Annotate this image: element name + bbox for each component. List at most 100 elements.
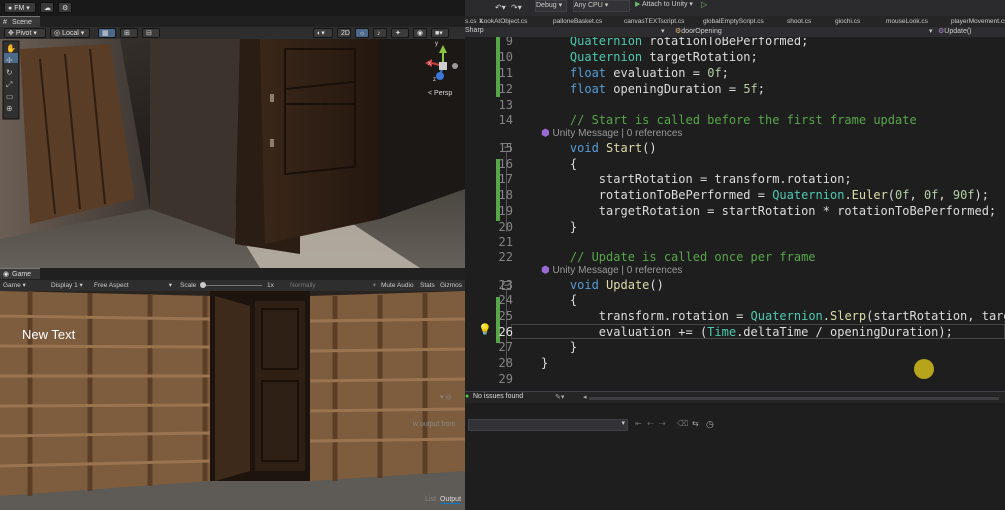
code-editor[interactable]: − − 💡 9 10 11 12 13 14 15 16 17 18 19 20… — [465, 37, 1005, 391]
code-line[interactable]: rotationToBePerformed = Quaternion.Euler… — [541, 188, 989, 202]
member-dropdown[interactable]: ⚙Update() — [938, 27, 972, 35]
camera-settings-icon[interactable]: ■▾ — [431, 28, 449, 38]
tab-error-list[interactable]: List — [425, 496, 436, 503]
tab-playermovement[interactable]: playerMovement.cs — [951, 16, 1005, 27]
code-line[interactable]: } — [541, 356, 548, 370]
start-without-debug-icon[interactable]: ▷ — [701, 0, 707, 9]
zoom-control[interactable]: ▾ ◎ — [440, 393, 452, 401]
services-gear-icon[interactable]: ⚙ — [58, 2, 72, 13]
rotate-tool-icon[interactable]: ↻ — [6, 67, 16, 79]
find-message-icon[interactable]: ⇤ — [635, 419, 642, 428]
attach-button[interactable]: ▶ Attach to Unity ▾ — [635, 0, 693, 8]
code-line-current[interactable]: evaluation += (Time.deltaTime / openingD… — [541, 325, 953, 339]
tab-lookatobject[interactable]: LookAtObject.cs — [480, 16, 527, 27]
word-wrap-icon[interactable]: ⇆ — [692, 419, 699, 428]
scale-slider[interactable] — [200, 285, 262, 286]
gizmos-button[interactable]: Gizmos — [440, 281, 462, 290]
code-cleanup-icon[interactable]: ✎▾ — [555, 393, 564, 401]
code-line[interactable]: Quaternion rotationToBePerformed; — [541, 37, 808, 48]
undo-icon[interactable]: ↶▾ — [495, 3, 506, 12]
class-dropdown-arrow[interactable]: ▾ — [929, 27, 933, 35]
code-line[interactable]: Quaternion targetRotation; — [541, 50, 758, 64]
project-dropdown-arrow[interactable]: ▾ — [661, 27, 665, 35]
code-line[interactable]: // Start is called before the first fram… — [541, 113, 917, 127]
lighting-toggle-icon[interactable]: ☼ — [355, 28, 369, 38]
code-line[interactable]: // Update is called once per frame — [541, 250, 816, 264]
vs-file-tabs: s.cs ✕ LookAtObject.cs palloneBasket.cs … — [465, 16, 1005, 27]
line-number: 23 — [498, 278, 513, 292]
code-line[interactable]: { — [541, 157, 577, 171]
class-dropdown[interactable]: ⚙doorOpening — [675, 27, 722, 35]
aspect-label: Free Aspect — [94, 282, 129, 289]
game-view-select[interactable]: Game ▾ — [3, 281, 45, 290]
game-render — [0, 291, 465, 510]
code-line[interactable]: { — [541, 293, 577, 307]
scale-tool-icon[interactable]: ⤢ — [6, 79, 16, 91]
aspect-select[interactable]: Free Aspect ▾ — [94, 281, 174, 290]
view-tool-icon[interactable]: ✋ — [6, 43, 16, 55]
tab-mouselook[interactable]: mouseLook.cs — [886, 16, 928, 27]
tab-output[interactable]: Output — [440, 496, 462, 504]
platform-select[interactable]: Any CPU ▾ — [573, 0, 630, 12]
redo-icon[interactable]: ↷▾ — [511, 3, 522, 12]
code-line[interactable]: targetRotation = startRotation * rotatio… — [541, 204, 996, 218]
scroll-left-icon[interactable]: ◂ — [583, 393, 587, 401]
code-line[interactable]: void Update() — [541, 278, 664, 292]
output-panel: w output from ▾ ⇤ ⇠ ⇢ ⌫ ⇆ ◷ List Output — [413, 403, 1005, 510]
rect-tool-icon[interactable]: ▭ — [6, 91, 16, 103]
clock-icon[interactable]: ◷ — [706, 419, 714, 430]
increment-snap-icon[interactable]: ⊟ — [142, 28, 160, 38]
code-line[interactable]: startRotation = transform.rotation; — [541, 172, 852, 186]
transform-tool-icon[interactable]: ⊕ — [6, 103, 16, 115]
scene-viewport[interactable]: y x z < Persp ✋ ✢ ↻ ⤢ ▭ ⊕ — [0, 39, 465, 268]
snap-icon[interactable]: ⊞ — [120, 28, 138, 38]
tab-canvastextscript[interactable]: canvasTEXTscript.cs — [624, 16, 684, 27]
code-line[interactable]: float openingDuration = 5f; — [541, 82, 765, 96]
cloud-icon[interactable]: ☁ — [40, 2, 54, 13]
tab-giochi[interactable]: giochi.cs — [835, 16, 860, 27]
grid-toggle-icon[interactable]: ▦ — [98, 28, 116, 38]
tab-shoot[interactable]: shoot.cs — [787, 16, 811, 27]
project-dropdown[interactable]: Sharp — [465, 27, 484, 34]
audio-toggle-icon[interactable]: ♪ — [373, 28, 387, 38]
2d-toggle[interactable]: 2D — [337, 28, 351, 38]
stats-button[interactable]: Stats — [420, 281, 435, 290]
play-mode-select[interactable]: Normally ▾ — [290, 281, 378, 290]
codelens-label: Unity Message | 0 references — [552, 128, 683, 139]
tab-game[interactable]: ◉ Game — [0, 268, 40, 279]
code-line[interactable]: float evaluation = 0f; — [541, 66, 729, 80]
next-message-icon[interactable]: ⇢ — [659, 419, 666, 428]
issues-status[interactable]: No issues found — [473, 393, 523, 400]
game-tab-bar: ◉ Game — [0, 268, 465, 280]
config-select[interactable]: Debug ▾ — [535, 0, 567, 12]
code-line[interactable]: void Start() — [541, 141, 657, 155]
prev-message-icon[interactable]: ⇠ — [647, 419, 654, 428]
codelens-start[interactable]: ⬢ Unity Message | 0 references — [541, 128, 682, 139]
clear-all-icon[interactable]: ⌫ — [677, 419, 688, 428]
output-source-select[interactable]: ▾ — [468, 419, 628, 431]
mute-audio-button[interactable]: Mute Audio — [381, 281, 414, 290]
horizontal-scrollbar[interactable] — [589, 397, 999, 400]
tab-game-label: Game — [12, 271, 32, 278]
gizmo-z-label: z — [433, 77, 436, 83]
tab-pallonebasket[interactable]: palloneBasket.cs — [553, 16, 602, 27]
show-output-from-label: w output from — [413, 421, 456, 428]
effects-toggle-icon[interactable]: ✦ — [391, 28, 409, 38]
pivot-dropdown[interactable]: ✥ Pivot ▾ — [4, 28, 46, 38]
account-dropdown[interactable]: ● FM ▾ — [4, 2, 36, 13]
code-line[interactable]: transform.rotation = Quaternion.Slerp(st… — [541, 309, 1005, 323]
display-select[interactable]: Display 1 ▾ — [51, 281, 91, 290]
shading-mode-icon[interactable]: ◐▾ — [313, 28, 333, 38]
code-line[interactable]: } — [541, 340, 577, 354]
scale-slider-handle[interactable] — [200, 282, 206, 288]
game-viewport[interactable]: New Text — [0, 291, 465, 510]
hidden-objects-icon[interactable]: ◉ — [413, 28, 427, 38]
codelens-update[interactable]: ⬢ Unity Message | 0 references — [541, 265, 682, 276]
local-dropdown[interactable]: ◎ Local ▾ — [50, 28, 90, 38]
persp-label[interactable]: < Persp — [428, 90, 452, 97]
line-number-current: 26 — [498, 325, 513, 339]
move-tool-icon[interactable]: ✢ — [6, 55, 16, 67]
tab-globalemptyscript[interactable]: globalEmptyScript.cs — [703, 16, 764, 27]
tab-scene[interactable]: # Scene — [0, 16, 40, 27]
code-line[interactable]: } — [541, 220, 577, 234]
